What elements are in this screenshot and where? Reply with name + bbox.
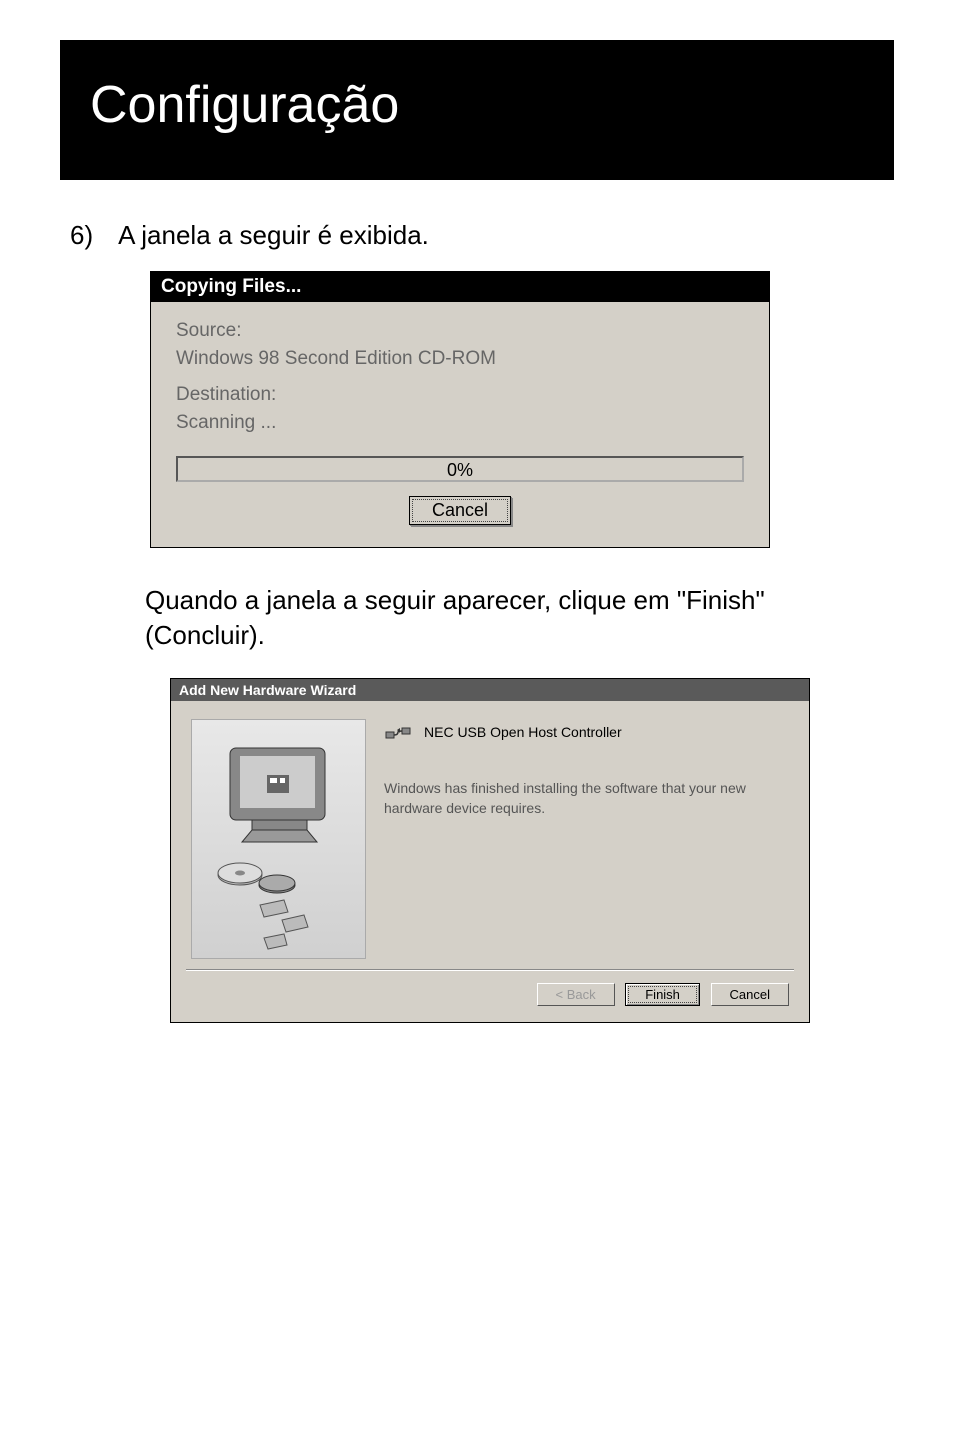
device-icon [384, 724, 412, 744]
cancel-button-wizard[interactable]: Cancel [711, 983, 789, 1006]
destination-label: Destination: [176, 384, 744, 406]
copying-files-dialog: Copying Files... Source: Windows 98 Seco… [150, 271, 770, 548]
wizard-graphic [191, 719, 366, 959]
step-number: 6) [70, 220, 93, 251]
dialog-titlebar: Copying Files... [151, 272, 769, 302]
progress-percent: 0% [178, 460, 742, 481]
destination-value: Scanning ... [176, 412, 744, 434]
device-name: NEC USB Open Host Controller [424, 724, 622, 740]
hardware-wizard-dialog: Add New Hardware Wizard [170, 678, 810, 1023]
wizard-titlebar: Add New Hardware Wizard [171, 679, 809, 701]
header-banner: Configuração [60, 40, 894, 180]
step-row: 6) A janela a seguir é exibida. [70, 220, 884, 251]
progress-bar: 0% [176, 456, 744, 482]
source-value: Windows 98 Second Edition CD-ROM [176, 348, 744, 370]
source-label: Source: [176, 320, 744, 342]
wizard-message: Windows has finished installing the soft… [384, 779, 789, 818]
back-button: < Back [537, 983, 615, 1006]
page-title: Configuração [90, 75, 864, 135]
cancel-button[interactable]: Cancel [409, 496, 511, 525]
finish-button[interactable]: Finish [625, 983, 700, 1006]
step-text: A janela a seguir é exibida. [118, 220, 429, 251]
instruction-text: Quando a janela a seguir aparecer, cliqu… [145, 583, 884, 653]
